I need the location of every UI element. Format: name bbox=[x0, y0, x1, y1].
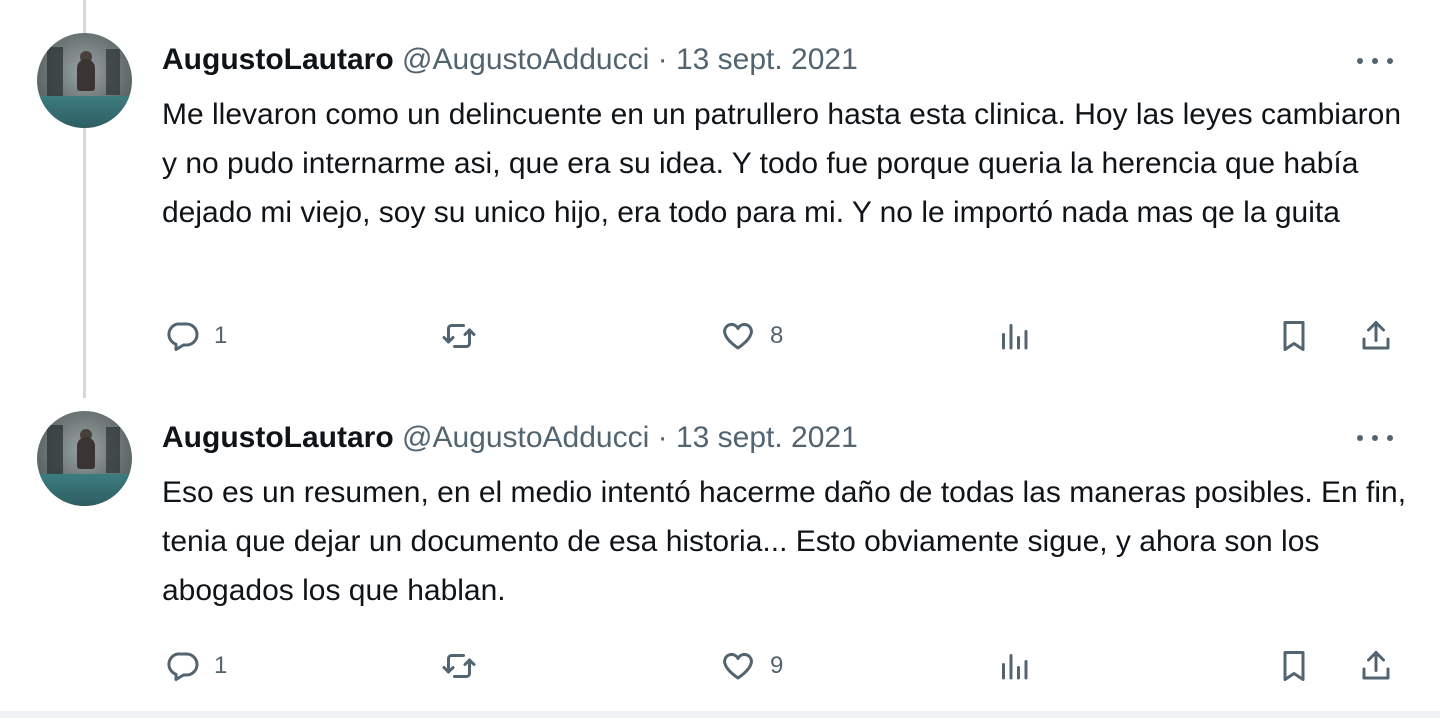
retweet-button[interactable] bbox=[441, 644, 491, 688]
like-button[interactable]: 8 bbox=[720, 314, 783, 358]
retweet-button[interactable] bbox=[441, 314, 491, 358]
heart-icon bbox=[723, 652, 753, 680]
like-button[interactable]: 9 bbox=[720, 644, 783, 688]
tweet-date[interactable]: 13 sept. 2021 bbox=[676, 421, 858, 454]
views-bar-chart-icon bbox=[1002, 324, 1028, 350]
display-name[interactable]: AugustoLautaro bbox=[162, 43, 394, 76]
tweet-actions: 1 8 bbox=[0, 314, 1440, 358]
bookmark-icon bbox=[1283, 651, 1305, 681]
avatar[interactable] bbox=[37, 33, 132, 128]
reply-button[interactable]: 1 bbox=[164, 644, 227, 688]
tweet-date[interactable]: 13 sept. 2021 bbox=[676, 43, 858, 76]
divider bbox=[0, 711, 1440, 718]
reply-count: 1 bbox=[214, 322, 228, 349]
reply-bubble-icon bbox=[167, 652, 199, 681]
more-dots-icon[interactable] bbox=[1355, 428, 1395, 448]
tweet[interactable]: AugustoLautaro @AugustoAdducci · 13 sept… bbox=[0, 398, 1440, 710]
views-button[interactable] bbox=[996, 644, 1046, 688]
user-handle[interactable]: @AugustoAdducci bbox=[402, 421, 649, 454]
tweet-header: AugustoLautaro @AugustoAdducci · 13 sept… bbox=[162, 420, 858, 456]
like-count: 8 bbox=[770, 322, 784, 349]
tweet-actions: 1 9 bbox=[0, 644, 1440, 688]
reply-count: 1 bbox=[214, 652, 228, 679]
bookmark-icon bbox=[1283, 321, 1305, 351]
tweet-text: Me llevaron como un delincuente en un pa… bbox=[162, 98, 1402, 229]
more-dots-icon[interactable] bbox=[1355, 51, 1395, 71]
retweet-arrows-icon bbox=[442, 324, 476, 348]
tweet-text: Eso es un resumen, en el medio intentó h… bbox=[162, 476, 1407, 607]
tweet-header: AugustoLautaro @AugustoAdducci · 13 sept… bbox=[162, 42, 858, 78]
display-name[interactable]: AugustoLautaro bbox=[162, 421, 394, 454]
tweet[interactable]: AugustoLautaro @AugustoAdducci · 13 sept… bbox=[0, 0, 1440, 398]
views-bar-chart-icon bbox=[1002, 654, 1028, 680]
views-button[interactable] bbox=[996, 314, 1046, 358]
share-button[interactable] bbox=[1358, 644, 1394, 688]
user-handle[interactable]: @AugustoAdducci bbox=[402, 43, 649, 76]
heart-icon bbox=[723, 322, 753, 350]
share-upload-icon bbox=[1362, 321, 1390, 350]
separator-dot: · bbox=[657, 421, 668, 454]
avatar[interactable] bbox=[37, 411, 132, 506]
share-upload-icon bbox=[1362, 651, 1390, 680]
separator-dot: · bbox=[657, 43, 668, 76]
bookmark-button[interactable] bbox=[1276, 314, 1312, 358]
reply-button[interactable]: 1 bbox=[164, 314, 227, 358]
retweet-arrows-icon bbox=[442, 654, 476, 678]
reply-bubble-icon bbox=[167, 322, 199, 351]
bookmark-button[interactable] bbox=[1276, 644, 1312, 688]
like-count: 9 bbox=[770, 652, 784, 679]
share-button[interactable] bbox=[1358, 314, 1394, 358]
